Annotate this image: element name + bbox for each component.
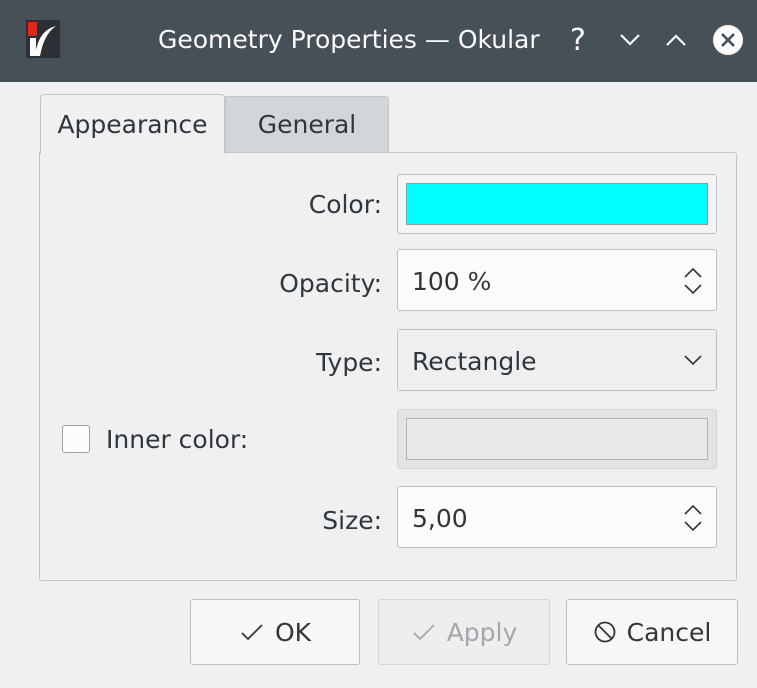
inner-color-button[interactable] xyxy=(397,409,717,469)
cancel-icon xyxy=(594,621,616,643)
okular-app-icon xyxy=(26,20,60,58)
size-label: Size: xyxy=(322,506,382,535)
inner-color-swatch xyxy=(406,418,708,460)
help-icon[interactable]: ? xyxy=(558,20,598,60)
apply-button[interactable]: Apply xyxy=(378,599,550,665)
size-spinbox[interactable]: 5,00 xyxy=(397,486,717,548)
chevron-down-icon xyxy=(684,355,702,366)
spin-arrows-icon[interactable] xyxy=(682,503,704,533)
ok-button[interactable]: OK xyxy=(190,599,360,665)
color-picker-button[interactable] xyxy=(397,174,717,234)
color-label: Color: xyxy=(308,190,382,219)
check-icon xyxy=(241,624,263,641)
window-title: Geometry Properties — Okular xyxy=(158,25,540,54)
tab-general[interactable]: General xyxy=(225,96,389,152)
ok-label: OK xyxy=(274,617,312,647)
tab-appearance[interactable]: Appearance xyxy=(40,94,225,154)
cancel-label: Cancel xyxy=(626,617,712,647)
type-value: Rectangle xyxy=(412,347,537,376)
close-icon[interactable] xyxy=(708,20,748,60)
inner-color-checkbox[interactable] xyxy=(62,425,90,453)
cancel-button[interactable]: Cancel xyxy=(566,599,738,665)
type-label: Type: xyxy=(316,348,382,377)
inner-color-label[interactable]: Inner color: xyxy=(106,425,248,454)
title-bar[interactable]: Geometry Properties — Okular ? xyxy=(0,0,757,82)
type-combobox[interactable]: Rectangle xyxy=(397,329,717,391)
spin-arrows-icon[interactable] xyxy=(682,266,704,296)
color-swatch xyxy=(406,183,708,225)
check-icon xyxy=(413,624,435,641)
size-value: 5,00 xyxy=(412,504,468,533)
maximize-icon[interactable] xyxy=(656,20,696,60)
minimize-icon[interactable] xyxy=(610,20,650,60)
opacity-spinbox[interactable]: 100 % xyxy=(397,249,717,311)
opacity-label: Opacity: xyxy=(279,269,382,298)
dialog-body: Appearance General Color: Opacity: 100 %… xyxy=(0,82,757,688)
opacity-value: 100 % xyxy=(412,267,492,296)
apply-label: Apply xyxy=(446,617,518,647)
